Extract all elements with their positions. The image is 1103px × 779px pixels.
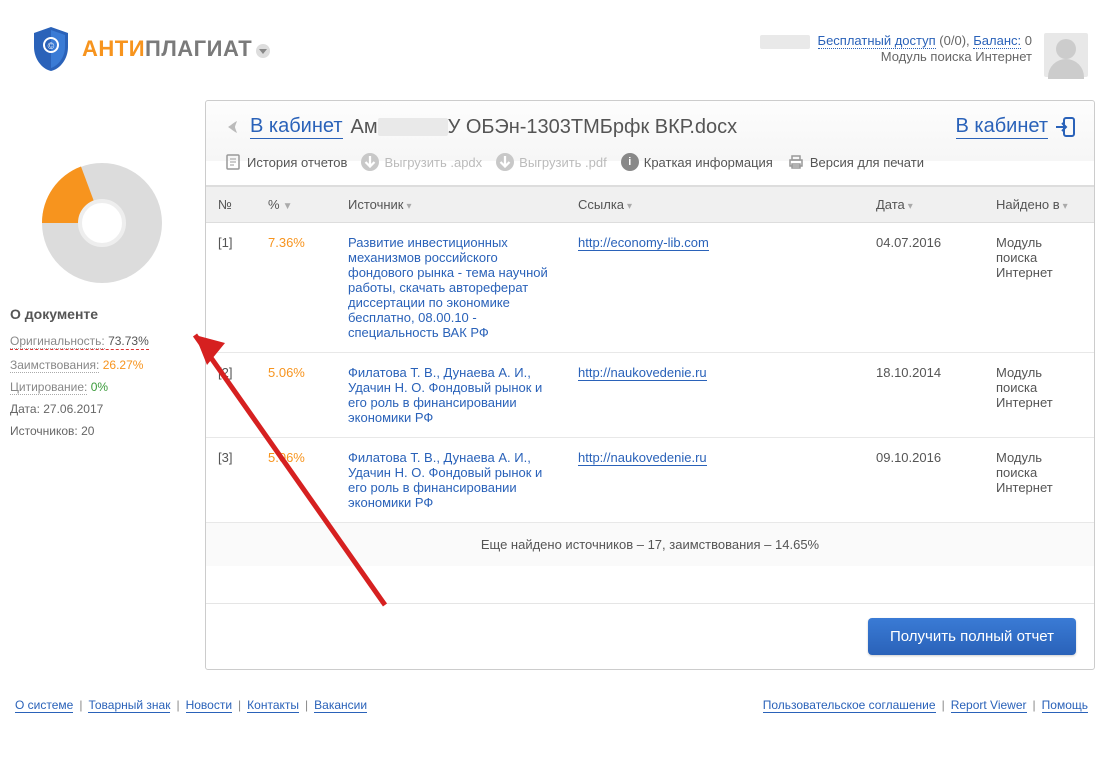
originality-donut-chart bbox=[10, 118, 180, 288]
logo[interactable]: © АНТИПЛАГИАТ bbox=[30, 25, 270, 73]
footer-link[interactable]: Новости bbox=[186, 698, 232, 713]
row-source[interactable]: Филатова Т. В., Дунаева А. И., Удачин Н.… bbox=[336, 438, 566, 523]
balance-link[interactable]: Баланс: bbox=[973, 33, 1021, 49]
footer-right-links: Пользовательское соглашение|Report Viewe… bbox=[763, 698, 1088, 713]
row-pct: 5.06% bbox=[256, 353, 336, 438]
sources-label: Источников: bbox=[10, 424, 78, 438]
footer-link[interactable]: Report Viewer bbox=[951, 698, 1027, 713]
row-found: Модуль поиска Интернет bbox=[984, 353, 1094, 438]
history-label: История отчетов bbox=[247, 155, 347, 170]
shield-icon: © bbox=[30, 25, 72, 73]
row-link[interactable]: http://naukovedenie.ru bbox=[566, 438, 864, 523]
row-pct: 7.36% bbox=[256, 223, 336, 353]
col-source[interactable]: Источник▾ bbox=[336, 187, 566, 223]
full-report-button[interactable]: Получить полный отчет bbox=[868, 618, 1076, 655]
more-sources-row[interactable]: Еще найдено источников – 17, заимствован… bbox=[206, 523, 1094, 566]
download-icon bbox=[496, 153, 514, 171]
row-link[interactable]: http://naukovedenie.ru bbox=[566, 353, 864, 438]
row-source[interactable]: Филатова Т. В., Дунаева А. И., Удачин Н.… bbox=[336, 353, 566, 438]
row-found: Модуль поиска Интернет bbox=[984, 223, 1094, 353]
login-icon[interactable] bbox=[1054, 116, 1076, 138]
cite-value: 0% bbox=[91, 380, 108, 394]
footer-left-links: О системе|Товарный знак|Новости|Контакты… bbox=[15, 698, 367, 713]
col-num[interactable]: № bbox=[206, 187, 256, 223]
table-row: [3]5.06%Филатова Т. В., Дунаева А. И., У… bbox=[206, 438, 1094, 523]
footer-link[interactable]: Вакансии bbox=[314, 698, 367, 713]
borrow-label: Заимствования: bbox=[10, 358, 99, 373]
date-value: 27.06.2017 bbox=[43, 402, 103, 416]
footer-link[interactable]: Помощь bbox=[1042, 698, 1088, 713]
info-icon: i bbox=[621, 153, 639, 171]
export-apdx-label: Выгрузить .apdx bbox=[384, 155, 482, 170]
export-apdx-button: Выгрузить .apdx bbox=[361, 153, 482, 171]
footer-link[interactable]: Контакты bbox=[247, 698, 299, 713]
row-date: 18.10.2014 bbox=[864, 353, 984, 438]
module-name: Модуль поиска Интернет bbox=[760, 49, 1032, 64]
history-button[interactable]: История отчетов bbox=[224, 153, 347, 171]
sources-value: 20 bbox=[81, 424, 94, 438]
sidebar-title: О документе bbox=[10, 306, 195, 322]
document-icon bbox=[224, 153, 242, 171]
footer-link[interactable]: О системе bbox=[15, 698, 73, 713]
redacted bbox=[760, 35, 810, 49]
footer-link[interactable]: Пользовательское соглашение bbox=[763, 698, 936, 713]
balance-value: 0 bbox=[1025, 33, 1032, 48]
breadcrumb-back[interactable]: В кабинет bbox=[250, 115, 343, 139]
logo-plag: ПЛАГИАТ bbox=[145, 36, 252, 61]
print-label: Версия для печати bbox=[810, 155, 924, 170]
row-link[interactable]: http://economy-lib.com bbox=[566, 223, 864, 353]
cite-label: Цитирование: bbox=[10, 380, 87, 395]
borrow-value: 26.27% bbox=[103, 358, 144, 372]
cabinet-link[interactable]: В кабинет bbox=[956, 115, 1049, 139]
free-access-link[interactable]: Бесплатный доступ bbox=[818, 33, 936, 49]
col-link[interactable]: Ссылка▾ bbox=[566, 187, 864, 223]
redacted bbox=[378, 118, 448, 136]
export-pdf-label: Выгрузить .pdf bbox=[519, 155, 607, 170]
col-found[interactable]: Найдено в▾ bbox=[984, 187, 1094, 223]
col-date[interactable]: Дата▾ bbox=[864, 187, 984, 223]
date-label: Дата: bbox=[10, 402, 40, 416]
footer-link[interactable]: Товарный знак bbox=[88, 698, 170, 713]
logo-dropdown-icon[interactable] bbox=[256, 44, 270, 58]
row-num: [1] bbox=[206, 223, 256, 353]
sources-table: № %▼ Источник▾ Ссылка▾ Дата▾ Найдено в▾ … bbox=[206, 186, 1094, 523]
table-row: [2]5.06%Филатова Т. В., Дунаева А. И., У… bbox=[206, 353, 1094, 438]
table-row: [1]7.36%Развитие инвестиционных механизм… bbox=[206, 223, 1094, 353]
row-num: [3] bbox=[206, 438, 256, 523]
row-date: 04.07.2016 bbox=[864, 223, 984, 353]
row-found: Модуль поиска Интернет bbox=[984, 438, 1094, 523]
print-button[interactable]: Версия для печати bbox=[787, 153, 924, 171]
row-source[interactable]: Развитие инвестиционных механизмов росси… bbox=[336, 223, 566, 353]
free-count: (0/0), bbox=[939, 33, 969, 48]
logo-anti: АНТИ bbox=[82, 36, 145, 61]
back-arrow-icon[interactable] bbox=[224, 117, 244, 137]
doc-title-post: У ОБЭн-1303ТМБрфк ВКР.docx bbox=[448, 116, 738, 138]
col-pct[interactable]: %▼ bbox=[256, 187, 336, 223]
short-info-button[interactable]: i Краткая информация bbox=[621, 153, 773, 171]
row-num: [2] bbox=[206, 353, 256, 438]
printer-icon bbox=[787, 153, 805, 171]
row-pct: 5.06% bbox=[256, 438, 336, 523]
row-date: 09.10.2016 bbox=[864, 438, 984, 523]
avatar[interactable] bbox=[1044, 33, 1088, 77]
doc-title-pre: Ам bbox=[351, 116, 378, 138]
short-info-label: Краткая информация bbox=[644, 155, 773, 170]
export-pdf-button: Выгрузить .pdf bbox=[496, 153, 607, 171]
originality-label: Оригинальность: bbox=[10, 334, 105, 349]
svg-text:©: © bbox=[48, 41, 55, 51]
download-icon bbox=[361, 153, 379, 171]
originality-value: 73.73% bbox=[108, 334, 149, 348]
